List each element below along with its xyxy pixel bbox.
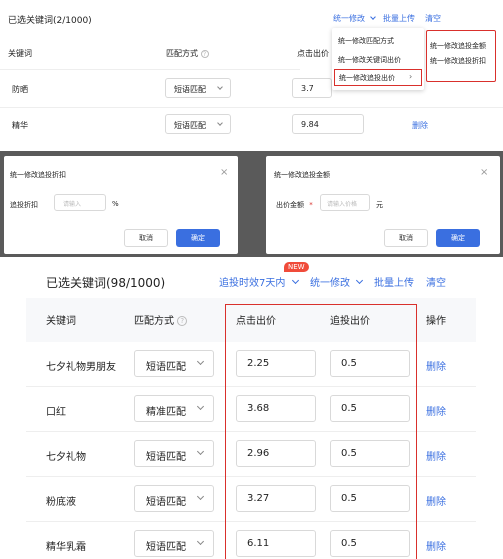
submenu-item-discount[interactable]: 统一修改追投折扣 — [430, 56, 486, 66]
field-label: 出价金额 * — [276, 201, 313, 209]
keyword-cell: 粉底液 — [46, 497, 76, 508]
match-select[interactable]: 短语匹配 — [134, 350, 214, 377]
col-bid: 点击出价 — [297, 49, 329, 58]
bid-input[interactable]: 9.84 — [292, 114, 364, 134]
panel-title: 已选关键词(98/1000) — [46, 276, 166, 290]
bottom-panel: 已选关键词(98/1000) 追投时效7天内 NEW 统一修改 批量上传 清空 … — [26, 262, 476, 559]
help-icon: ? — [200, 49, 209, 58]
keyword-cell: 防晒 — [12, 85, 28, 94]
amount-dialog: 统一修改追投金额 × 出价金额 * 请输入价格 元 取消 确定 — [266, 156, 500, 254]
table-header: 关键词 匹配方式 ? — [0, 36, 300, 70]
delete-link[interactable]: 删除 — [426, 493, 446, 508]
keyword-cell: 精华 — [12, 121, 28, 130]
match-select[interactable]: 短语匹配 — [165, 114, 231, 134]
batch-modify-button[interactable]: 统一修改 — [310, 274, 364, 289]
submenu-item-amount[interactable]: 统一修改追投金额 — [430, 41, 486, 51]
close-icon[interactable]: × — [220, 167, 228, 178]
batch-upload-link[interactable]: 批量上传 — [383, 13, 415, 24]
cancel-button[interactable]: 取消 — [124, 229, 168, 247]
keyword-cell: 七夕礼物男朋友 — [46, 362, 116, 373]
delete-link[interactable]: 删除 — [426, 538, 446, 553]
match-select[interactable]: 短语匹配 — [134, 440, 214, 467]
chevron-down-icon — [196, 402, 205, 411]
match-select[interactable]: 精准匹配 — [134, 395, 214, 422]
clear-link[interactable]: 清空 — [425, 13, 441, 24]
schedule-dropdown[interactable]: 追投时效7天内 — [219, 274, 299, 289]
chevron-down-icon — [217, 120, 223, 126]
col-match: 匹配方式 ? — [166, 48, 209, 59]
confirm-button[interactable]: 确定 — [176, 229, 220, 247]
chevron-down-icon — [369, 14, 376, 20]
keyword-cell: 七夕礼物 — [46, 452, 86, 463]
chevron-right-icon: › — [409, 72, 413, 81]
panel-title: 已选关键词(2/1000) — [8, 16, 92, 26]
clear-link[interactable]: 清空 — [426, 274, 446, 289]
field-label: 追投折扣 — [10, 201, 38, 209]
batch-upload-link[interactable]: 批量上传 — [374, 274, 414, 289]
unit-label: % — [112, 200, 119, 208]
col-keyword: 关键词 — [46, 316, 76, 327]
match-select[interactable]: 短语匹配 — [134, 485, 214, 512]
batch-modify-button[interactable]: 统一修改 — [333, 13, 376, 24]
help-icon: ? — [177, 316, 188, 326]
keyword-cell: 口红 — [46, 407, 66, 418]
chevron-down-icon — [196, 537, 205, 546]
delete-link[interactable]: 删除 — [412, 120, 428, 131]
amount-input[interactable]: 请输入价格 — [320, 194, 370, 211]
confirm-button[interactable]: 确定 — [436, 229, 480, 247]
menu-item-follow-bid[interactable]: 统一修改追投出价 › — [334, 69, 422, 86]
chevron-down-icon — [196, 357, 205, 366]
table-row: 精华 短语匹配 9.84 删除 — [0, 107, 503, 141]
col-ops: 操作 — [426, 316, 446, 327]
top-panel: 已选关键词(2/1000) 统一修改 批量上传 清空 关键词 匹配方式 ? 点击… — [0, 0, 503, 140]
chevron-down-icon — [196, 447, 205, 456]
new-badge: NEW — [284, 262, 309, 272]
delete-link[interactable]: 删除 — [426, 358, 446, 373]
discount-dialog: 统一修改追投折扣 × 追投折扣 请输入 % 取消 确定 — [4, 156, 238, 254]
unit-label: 元 — [376, 201, 383, 209]
dialog-title: 统一修改追投金额 — [274, 171, 330, 179]
dialog-title: 统一修改追投折扣 — [10, 171, 66, 179]
cancel-button[interactable]: 取消 — [384, 229, 428, 247]
menu-item-keyword-bid[interactable]: 统一修改关键词出价 — [338, 55, 401, 65]
highlight-box — [225, 304, 417, 559]
match-select[interactable]: 短语匹配 — [165, 78, 231, 98]
bid-input[interactable]: 3.7 — [292, 78, 332, 98]
menu-item-match[interactable]: 统一修改匹配方式 — [338, 36, 394, 46]
col-match: 匹配方式 ? — [134, 312, 188, 327]
chevron-down-icon — [217, 84, 223, 90]
chevron-down-icon — [196, 492, 205, 501]
close-icon[interactable]: × — [480, 167, 488, 178]
chevron-down-icon — [291, 276, 299, 285]
delete-link[interactable]: 删除 — [426, 403, 446, 418]
col-keyword: 关键词 — [8, 49, 32, 58]
chevron-down-icon — [356, 276, 364, 285]
discount-input[interactable]: 请输入 — [54, 194, 106, 211]
keyword-cell: 精华乳霜 — [46, 542, 86, 553]
follow-bid-submenu: 统一修改追投金额 统一修改追投折扣 — [426, 30, 496, 82]
match-select[interactable]: 短语匹配 — [134, 530, 214, 557]
delete-link[interactable]: 删除 — [426, 448, 446, 463]
required-mark: * — [309, 201, 313, 209]
batch-modify-menu: 统一修改匹配方式 统一修改关键词出价 统一修改追投出价 › — [332, 28, 424, 90]
